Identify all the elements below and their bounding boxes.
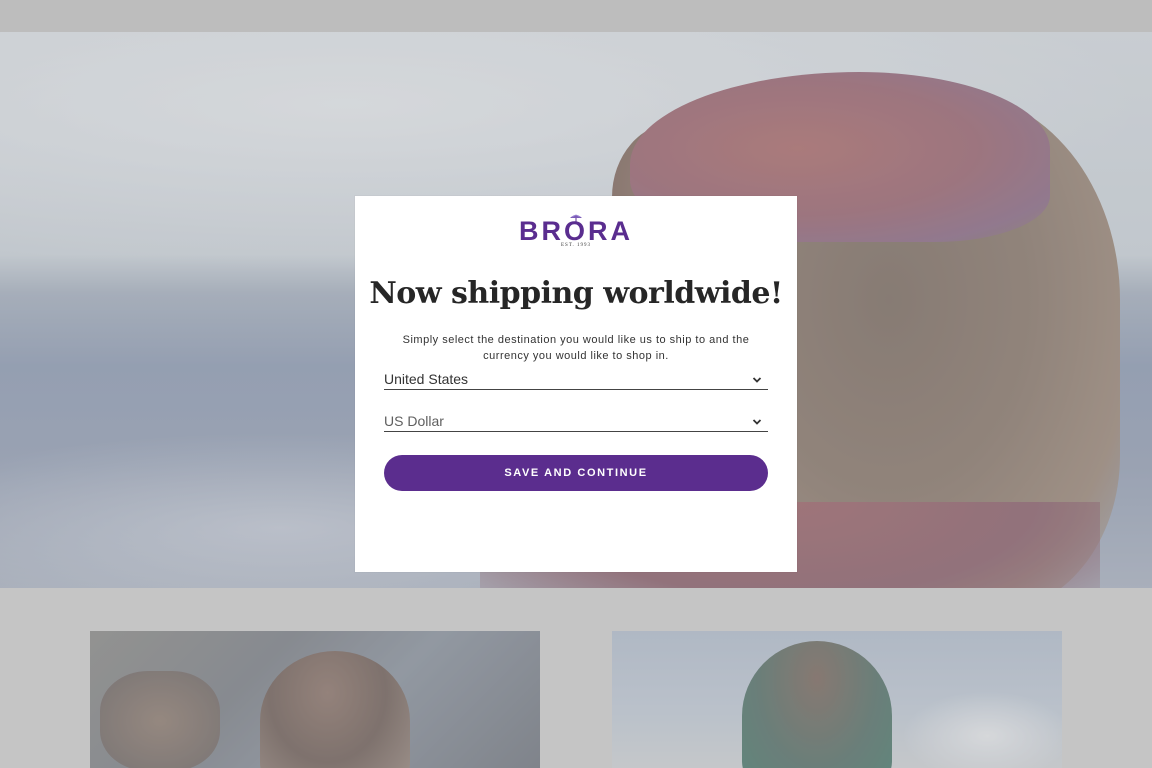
chevron-down-icon (752, 419, 762, 425)
modal-subtitle: Simply select the destination you would … (402, 334, 750, 362)
brand-name: BRORA (519, 216, 633, 246)
shipping-location-modal: BRORA EST. 1993 Now shipping worldwide! … (355, 196, 797, 572)
save-and-continue-button[interactable]: SAVE AND CONTINUE (384, 455, 768, 491)
country-select-value: United States (384, 371, 469, 387)
country-select[interactable]: United States (384, 370, 768, 390)
brand-logo: BRORA EST. 1993 (355, 214, 797, 251)
currency-select[interactable]: US Dollar (384, 412, 768, 432)
currency-select-value: US Dollar (384, 413, 444, 429)
chevron-down-icon (752, 377, 762, 383)
modal-title: Now shipping worldwide! (369, 276, 783, 311)
